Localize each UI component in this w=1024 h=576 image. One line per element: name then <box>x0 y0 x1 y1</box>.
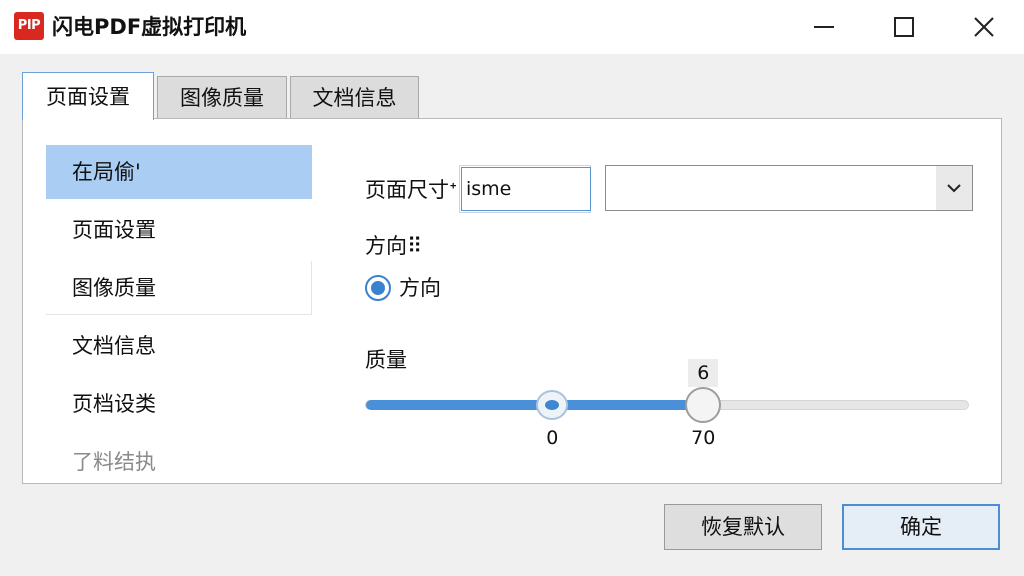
dropdown-toggle[interactable] <box>936 166 972 210</box>
slider-low-value: 0 <box>546 427 559 449</box>
list-item-partial[interactable]: 了料结执 <box>46 435 312 481</box>
radio-checked-dot <box>371 281 385 295</box>
chevron-down-icon <box>947 184 961 193</box>
quality-slider-fill <box>366 400 705 410</box>
quality-slider-track[interactable] <box>365 400 969 410</box>
slider-value-tooltip: 6 <box>688 359 719 387</box>
list-item-page-setup[interactable]: 页面设置 <box>46 203 312 257</box>
list-item-document-info[interactable]: 文档信息 <box>46 319 312 373</box>
page-size-input[interactable]: isme <box>461 167 591 211</box>
tab-document-info[interactable]: 文档信息 <box>290 76 419 118</box>
slider-high-value: 70 <box>691 427 716 449</box>
window-title: 闪电PDF虚拟打印机 <box>52 15 247 39</box>
tab-image-quality[interactable]: 图像质量 <box>157 76 287 118</box>
quality-label: 质量 <box>365 348 407 372</box>
list-item-selected[interactable]: 在局偷' <box>46 145 312 199</box>
page-size-dropdown[interactable] <box>605 165 973 211</box>
slider-high-handle[interactable] <box>685 387 722 423</box>
tab-content-panel: 在局偷' 页面设置 图像质量 文档信息 页档设类 了料结执 页面尺寸ᐩ isme… <box>22 118 1002 484</box>
close-icon <box>974 17 994 37</box>
slider-low-handle-core <box>545 400 560 410</box>
title-bar: PIP 闪电PDF虚拟打印机 <box>0 0 1024 54</box>
ok-button[interactable]: 确定 <box>842 504 1000 550</box>
maximize-button[interactable] <box>864 0 944 54</box>
minimize-button[interactable] <box>784 0 864 54</box>
tab-page-setup[interactable]: 页面设置 <box>22 72 154 120</box>
orientation-radio[interactable] <box>365 275 391 301</box>
category-list: 在局偷' 页面设置 图像质量 文档信息 页档设类 了料结执 <box>46 145 314 481</box>
reset-defaults-button[interactable]: 恢复默认 <box>664 504 822 550</box>
slider-low-handle[interactable] <box>536 390 569 420</box>
page-size-label: 页面尺寸ᐩ <box>365 178 458 202</box>
orientation-label: 方向⠿ <box>365 234 423 258</box>
minimize-icon <box>814 26 834 28</box>
printer-settings-window: PIP 闪电PDF虚拟打印机 页面设置 图像质量 文档信息 在局偷' 页面设置 … <box>0 0 1024 576</box>
maximize-icon <box>894 17 914 37</box>
close-button[interactable] <box>944 0 1024 54</box>
app-logo-icon: PIP <box>14 12 44 40</box>
list-item-image-quality[interactable]: 图像质量 <box>46 261 312 315</box>
orientation-radio-label[interactable]: 方向 <box>399 273 441 303</box>
list-item-page-type[interactable]: 页档设类 <box>46 377 312 431</box>
